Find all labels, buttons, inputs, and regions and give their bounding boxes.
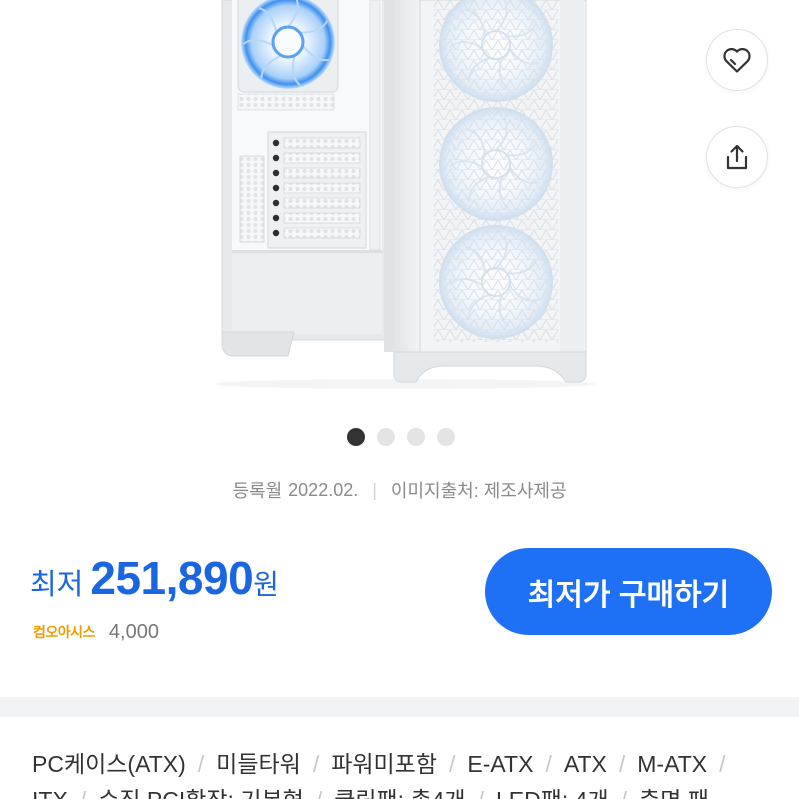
spec-tag[interactable]: E-ATX <box>467 748 533 780</box>
seller-info: 컴오아시스 4,000 <box>33 618 159 646</box>
product-image-carousel[interactable] <box>0 0 799 420</box>
pci-slot-cover <box>283 212 361 224</box>
rear-fan-hub <box>271 25 305 59</box>
spec-separator: / <box>449 751 456 777</box>
carousel-dot-active[interactable] <box>347 428 365 446</box>
pci-screw <box>272 199 280 207</box>
pci-screw <box>272 184 280 192</box>
image-source: 이미지출처: 제조사제공 <box>390 481 567 501</box>
wishlist-button[interactable] <box>706 29 768 91</box>
pci-slot-cover <box>283 152 361 164</box>
spec-tag[interactable]: ITX <box>32 784 68 799</box>
shroud-panel <box>232 253 382 334</box>
price-unit: 원 <box>253 569 279 600</box>
spec-tag[interactable]: 수직 PCI확장: 기본형 <box>98 784 304 799</box>
spec-row-2: ITX / 수직 PCI확장: 기본형 / 쿨링팬: 총4개 / LED팬: 4개 / 측면 패 <box>32 784 799 799</box>
spec-tag[interactable]: LED팬: 4개 <box>496 784 609 799</box>
cable-divider <box>369 0 381 251</box>
seller-logo[interactable]: 컴오아시스 <box>33 622 95 642</box>
buy-lowest-price-button[interactable]: 최저가 구매하기 <box>485 548 772 635</box>
carousel-dot[interactable] <box>377 428 395 446</box>
front-panel-frame-right <box>560 0 584 352</box>
pci-slot-cover <box>283 197 361 209</box>
meta-divider: | <box>372 479 377 500</box>
share-button[interactable] <box>706 126 768 188</box>
pci-screw <box>272 229 280 237</box>
spec-separator: / <box>80 784 86 799</box>
spec-separator: / <box>197 751 205 777</box>
spec-tag[interactable]: PC케이스(ATX) <box>32 748 186 780</box>
pci-screw <box>272 214 280 222</box>
carousel-dot[interactable] <box>407 428 425 446</box>
pci-slot-cover <box>283 227 361 239</box>
spec-tag[interactable]: ATX <box>564 748 607 780</box>
case-foot-front <box>393 351 587 383</box>
side-vent <box>239 155 265 243</box>
spec-tag[interactable]: 파워미포함 <box>331 748 437 780</box>
spec-separator: / <box>618 751 626 777</box>
case-foot-rear <box>221 331 295 357</box>
section-divider <box>0 697 799 717</box>
rear-vent <box>237 93 335 111</box>
price-amount: 251,890 <box>90 552 254 604</box>
front-panel <box>384 0 587 383</box>
pci-screw <box>272 139 280 147</box>
registered-label: 등록월 <box>232 481 283 501</box>
spec-tag[interactable]: 미들타워 <box>216 748 301 780</box>
spec-separator: / <box>316 784 322 799</box>
spec-separator: / <box>312 751 320 777</box>
pci-slot-cover <box>283 137 361 149</box>
pci-screw <box>272 154 280 162</box>
heart-icon <box>722 46 752 74</box>
spec-separator: / <box>545 751 552 777</box>
spec-separator: / <box>719 751 726 777</box>
pci-slot-cover <box>283 182 361 194</box>
price-prefix: 최저 <box>30 569 84 601</box>
share-icon <box>722 142 752 172</box>
carousel-indicator <box>0 428 799 446</box>
front-mesh <box>434 0 558 342</box>
front-pillar <box>384 0 394 352</box>
shroud-edge <box>232 250 382 253</box>
spec-row-1: PC케이스(ATX) / 미들타워 / 파워미포함 / E-ATX / ATX / M-ATX / <box>32 748 799 780</box>
carousel-dot[interactable] <box>437 428 455 446</box>
pc-case-photo <box>215 0 595 389</box>
pci-screw <box>272 169 280 177</box>
pci-slot-cover <box>283 167 361 179</box>
registered-date: 2022.02. <box>288 479 359 500</box>
spec-separator: / <box>478 784 484 799</box>
spec-tag[interactable]: 측면 패 <box>639 784 709 799</box>
product-meta: 등록월 2022.02. | 이미지출처: 제조사제공 <box>0 478 799 502</box>
lowest-price: 최저 251,890 원 <box>30 548 279 608</box>
spec-tag[interactable]: M-ATX <box>637 748 707 780</box>
spec-tag[interactable]: 쿨링팬: 총4개 <box>334 784 465 799</box>
shipping-fee: 4,000 <box>108 620 159 643</box>
spec-separator: / <box>621 784 627 799</box>
